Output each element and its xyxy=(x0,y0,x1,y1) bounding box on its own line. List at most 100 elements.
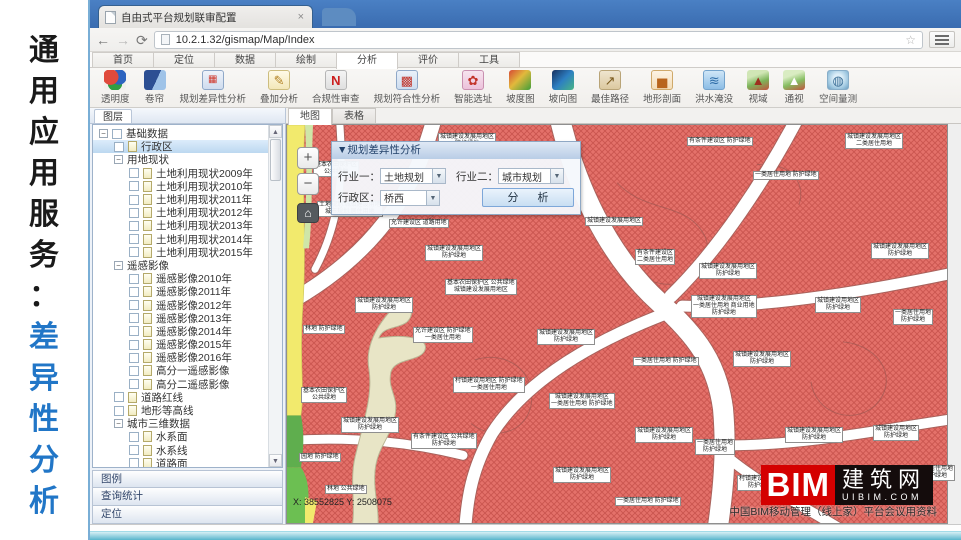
layer-checkbox[interactable] xyxy=(112,129,122,139)
ribbon-item-compliance-check[interactable]: N合规性审查 xyxy=(305,69,367,107)
ribbon-item-diff-analysis[interactable]: ▦规划差异性分析 xyxy=(173,69,254,107)
menu-tab-绘制[interactable]: 绘制 xyxy=(275,52,337,67)
layer-checkbox[interactable] xyxy=(129,168,139,178)
browser-menu-icon[interactable] xyxy=(929,31,955,48)
scroll-down-icon[interactable]: ▼ xyxy=(269,454,282,467)
chevron-down-icon[interactable]: ▼ xyxy=(550,169,563,183)
menu-tab-定位[interactable]: 定位 xyxy=(153,52,215,67)
tree-item[interactable]: 行政区 xyxy=(93,140,268,153)
forward-icon[interactable]: → xyxy=(116,33,130,47)
expander-icon[interactable]: − xyxy=(114,419,123,428)
tree-item[interactable]: 道路红线 xyxy=(93,391,268,404)
analyze-button[interactable]: 分 析 xyxy=(482,188,574,207)
tree-item[interactable]: 道路面 xyxy=(93,457,268,468)
ribbon-item-conformity-analysis[interactable]: ▩规划符合性分析 xyxy=(367,69,448,107)
zoom-out-button[interactable]: − xyxy=(297,173,319,195)
layer-checkbox[interactable] xyxy=(129,432,139,442)
tree-item[interactable]: 水系线 xyxy=(93,444,268,457)
layer-checkbox[interactable] xyxy=(129,287,139,297)
tree-item[interactable]: 遥感影像2011年 xyxy=(93,285,268,298)
map-canvas[interactable]: + − ⌂ ▼规划差异性分析 行业一： 土地规划 ▼ xyxy=(286,124,948,524)
tree-item[interactable]: 土地利用现状2010年 xyxy=(93,180,268,193)
ribbon-item-flood-simulation[interactable]: ≋洪水淹没 xyxy=(688,69,740,107)
tab-table[interactable]: 表格 xyxy=(332,108,376,123)
url-text[interactable]: 10.2.1.32/gismap/Map/Index xyxy=(176,34,900,46)
ribbon-item-swipe[interactable]: 卷帘 xyxy=(137,69,173,107)
ribbon-item-spatial-measure[interactable]: ◍空间量测 xyxy=(812,69,864,107)
district-select[interactable]: 桥西 ▼ xyxy=(380,190,440,206)
accordion-定位[interactable]: 定位 xyxy=(92,506,283,524)
layer-checkbox[interactable] xyxy=(114,392,124,402)
tree-item[interactable]: 遥感影像2012年 xyxy=(93,298,268,311)
tree-item[interactable]: 遥感影像2010年 xyxy=(93,272,268,285)
expander-icon[interactable]: − xyxy=(99,129,108,138)
layer-checkbox[interactable] xyxy=(129,458,139,468)
tree-item[interactable]: 水系面 xyxy=(93,430,268,443)
menu-tab-分析[interactable]: 分析 xyxy=(336,52,398,69)
tree-item[interactable]: 遥感影像2015年 xyxy=(93,338,268,351)
tree-item[interactable]: 高分二遥感影像 xyxy=(93,378,268,391)
tree-item[interactable]: 遥感影像2014年 xyxy=(93,325,268,338)
layer-checkbox[interactable] xyxy=(129,326,139,336)
ribbon-item-line-of-sight[interactable]: ▲通视 xyxy=(776,69,812,107)
accordion-图例[interactable]: 图例 xyxy=(92,470,283,488)
menu-tab-工具[interactable]: 工具 xyxy=(458,52,520,67)
tree-item[interactable]: −城市三维数据 xyxy=(93,417,268,430)
back-icon[interactable]: ← xyxy=(96,33,110,47)
tab-map[interactable]: 地图 xyxy=(288,108,332,125)
layer-checkbox[interactable] xyxy=(129,274,139,284)
home-extent-button[interactable]: ⌂ xyxy=(297,203,319,223)
chevron-down-icon[interactable]: ▼ xyxy=(426,191,439,205)
ribbon-item-best-path[interactable]: ↗最佳路径 xyxy=(584,69,636,107)
layer-checkbox[interactable] xyxy=(129,234,139,244)
menu-tab-首页[interactable]: 首页 xyxy=(92,52,154,67)
tree-item[interactable]: 土地利用现状2012年 xyxy=(93,206,268,219)
tab-close-icon[interactable]: × xyxy=(296,11,306,23)
industry1-select[interactable]: 土地规划 ▼ xyxy=(380,168,446,184)
tree-item[interactable]: 土地利用现状2014年 xyxy=(93,233,268,246)
expander-icon[interactable]: − xyxy=(114,261,123,270)
reload-icon[interactable]: ⟳ xyxy=(136,33,148,47)
chevron-down-icon[interactable]: ▼ xyxy=(432,169,445,183)
layer-checkbox[interactable] xyxy=(129,379,139,389)
browser-tab[interactable]: 自由式平台规划联审配置 × xyxy=(98,5,313,28)
ribbon-item-viewshed[interactable]: ▲视域 xyxy=(740,69,776,107)
menu-tab-评价[interactable]: 评价 xyxy=(397,52,459,67)
accordion-查询统计[interactable]: 查询统计 xyxy=(92,488,283,506)
ribbon-item-overlay-analysis[interactable]: ✎叠加分析 xyxy=(253,69,305,107)
layer-checkbox[interactable] xyxy=(129,313,139,323)
layers-tab[interactable]: 图层 xyxy=(94,109,132,123)
layer-checkbox[interactable] xyxy=(114,406,124,416)
menu-tab-数据[interactable]: 数据 xyxy=(214,52,276,67)
tree-item[interactable]: −遥感影像 xyxy=(93,259,268,272)
layer-checkbox[interactable] xyxy=(129,340,139,350)
layer-checkbox[interactable] xyxy=(129,221,139,231)
scroll-up-icon[interactable]: ▲ xyxy=(269,125,282,138)
layer-checkbox[interactable] xyxy=(129,300,139,310)
layer-checkbox[interactable] xyxy=(129,181,139,191)
ribbon-item-slope-map[interactable]: 坡度图 xyxy=(499,69,542,107)
dialog-title[interactable]: ▼规划差异性分析 xyxy=(332,142,580,159)
bookmark-star-icon[interactable]: ☆ xyxy=(905,33,916,47)
tree-item[interactable]: 遥感影像2013年 xyxy=(93,312,268,325)
tree-item[interactable]: −用地现状 xyxy=(93,153,268,166)
tree-item[interactable]: 土地利用现状2013年 xyxy=(93,219,268,232)
layer-checkbox[interactable] xyxy=(129,366,139,376)
layer-checkbox[interactable] xyxy=(129,195,139,205)
industry2-select[interactable]: 城市规划 ▼ xyxy=(498,168,564,184)
scroll-thumb[interactable] xyxy=(270,139,281,181)
layer-checkbox[interactable] xyxy=(129,208,139,218)
expander-icon[interactable]: − xyxy=(114,155,123,164)
ribbon-item-transparency[interactable]: 透明度 xyxy=(94,69,137,107)
new-tab-button[interactable] xyxy=(322,8,356,26)
ribbon-item-terrain-profile[interactable]: ▅地形剖面 xyxy=(636,69,688,107)
tree-item[interactable]: 土地利用现状2015年 xyxy=(93,246,268,259)
layer-checkbox[interactable] xyxy=(129,445,139,455)
tree-item[interactable]: 高分一遥感影像 xyxy=(93,364,268,377)
tree-item[interactable]: 土地利用现状2009年 xyxy=(93,167,268,180)
layer-checkbox[interactable] xyxy=(114,142,124,152)
address-bar[interactable]: 10.2.1.32/gismap/Map/Index ☆ xyxy=(154,31,923,49)
ribbon-item-aspect-map[interactable]: 坡向图 xyxy=(542,69,585,107)
tree-scrollbar[interactable]: ▲ ▼ xyxy=(268,125,282,467)
ribbon-item-site-selection[interactable]: ✿智能选址 xyxy=(447,69,499,107)
